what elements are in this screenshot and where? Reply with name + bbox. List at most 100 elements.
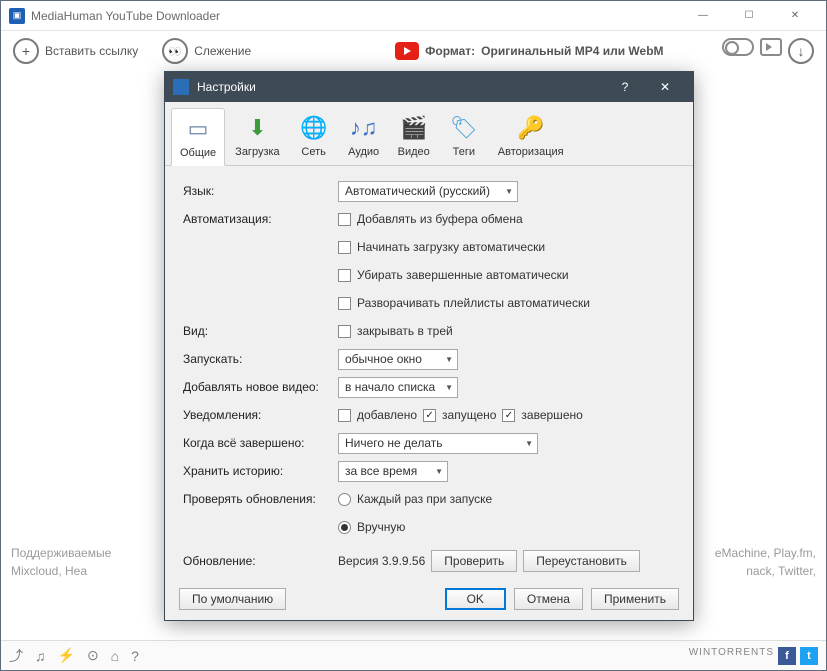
play-button-icon[interactable]	[760, 38, 782, 56]
checkbox-close-to-tray[interactable]	[338, 325, 351, 338]
download-button[interactable]: ↓	[788, 38, 814, 64]
share-icon[interactable]: ⤴	[9, 646, 23, 666]
youtube-icon	[395, 42, 419, 60]
download-arrow-icon: ⬇	[241, 112, 273, 144]
tracking-label: Слежение	[194, 44, 251, 58]
tab-label: Теги	[453, 146, 475, 158]
radio-label: Каждый раз при запуске	[357, 492, 492, 506]
reinstall-button[interactable]: Переустановить	[523, 550, 640, 572]
language-select[interactable]: Автоматический (русский)	[338, 181, 518, 202]
eyes-icon: 👀	[162, 38, 188, 64]
checkbox-notif-finished[interactable]	[502, 409, 515, 422]
when-done-select[interactable]: Ничего не делать	[338, 433, 538, 454]
clock-icon[interactable]: ⊙	[87, 647, 99, 664]
dialog-close-button[interactable]: ✕	[645, 72, 685, 102]
watermark-text: WINTORRENTS	[689, 647, 774, 665]
cancel-button[interactable]: Отмена	[514, 588, 583, 610]
tab-label: Видео	[398, 146, 430, 158]
launch-select[interactable]: обычное окно	[338, 349, 458, 370]
radio-updates-launch[interactable]	[338, 493, 351, 506]
label-history: Хранить историю:	[183, 464, 338, 478]
globe-icon: 🌐	[298, 112, 330, 144]
music-icon[interactable]: ♫	[35, 648, 46, 664]
tab-audio[interactable]: ♪♫ Аудио	[340, 108, 388, 165]
close-button[interactable]: ✕	[772, 1, 818, 31]
statusbar: ⤴ ♫ ⚡ ⊙ ⌂ ? WINTORRENTS f t	[1, 640, 826, 670]
paste-link-button[interactable]: + Вставить ссылку	[13, 38, 138, 64]
checkbox-label: Начинать загрузку автоматически	[357, 240, 545, 254]
tab-general[interactable]: ▭ Общие	[171, 108, 225, 166]
settings-dialog: Настройки ? ✕ ▭ Общие ⬇ Загрузка 🌐 Сеть …	[164, 71, 694, 621]
label-update: Обновление:	[183, 554, 338, 568]
checkbox-autostart[interactable]	[338, 241, 351, 254]
tab-label: Общие	[180, 147, 216, 159]
tracking-button[interactable]: 👀 Слежение	[162, 38, 251, 64]
home-icon[interactable]: ⌂	[111, 648, 119, 664]
format-value: Оригинальный MP4 или WebM	[481, 44, 663, 58]
label-view: Вид:	[183, 324, 338, 338]
settings-content: Язык: Автоматический (русский) Автоматиз…	[165, 166, 693, 578]
settings-tabs: ▭ Общие ⬇ Загрузка 🌐 Сеть ♪♫ Аудио 🎬 Вид…	[165, 102, 693, 166]
checkbox-clipboard[interactable]	[338, 213, 351, 226]
checkbox-label: Разворачивать плейлисты автоматически	[357, 296, 590, 310]
keys-icon: 🔑	[515, 112, 547, 144]
check-update-button[interactable]: Проверить	[431, 550, 517, 572]
facebook-icon[interactable]: f	[778, 647, 796, 665]
app-title: MediaHuman YouTube Downloader	[31, 9, 220, 23]
defaults-button[interactable]: По умолчанию	[179, 588, 286, 610]
ok-button[interactable]: OK	[445, 588, 506, 610]
checkbox-notif-added[interactable]	[338, 409, 351, 422]
tab-download[interactable]: ⬇ Загрузка	[227, 108, 287, 165]
format-prefix: Формат:	[425, 44, 475, 58]
apply-button[interactable]: Применить	[591, 588, 679, 610]
checkbox-label: запущено	[442, 408, 496, 422]
tab-label: Авторизация	[498, 146, 564, 158]
label-when-done: Когда всё завершено:	[183, 436, 338, 450]
tag-icon: 🏷	[448, 112, 480, 144]
checkbox-label: закрывать в трей	[357, 324, 453, 338]
twitter-icon[interactable]: t	[800, 647, 818, 665]
tab-tags[interactable]: 🏷 Теги	[440, 108, 488, 165]
dialog-help-button[interactable]: ?	[605, 72, 645, 102]
general-icon: ▭	[182, 113, 214, 145]
tab-auth[interactable]: 🔑 Авторизация	[490, 108, 572, 165]
paste-link-label: Вставить ссылку	[45, 44, 138, 58]
label-add-new: Добавлять новое видео:	[183, 380, 338, 394]
radio-updates-manual[interactable]	[338, 521, 351, 534]
tab-label: Загрузка	[235, 146, 279, 158]
plus-icon: +	[13, 38, 39, 64]
checkbox-notif-started[interactable]	[423, 409, 436, 422]
history-select[interactable]: за все время	[338, 461, 448, 482]
label-check-updates: Проверять обновления:	[183, 492, 338, 506]
label-notifications: Уведомления:	[183, 408, 338, 422]
film-icon: 🎬	[398, 112, 430, 144]
main-toolbar: + Вставить ссылку 👀 Слежение Формат: Ори…	[1, 31, 826, 71]
radio-label: Вручную	[357, 520, 405, 534]
dialog-button-row: По умолчанию OK Отмена Применить	[165, 578, 693, 620]
help-icon[interactable]: ?	[131, 648, 139, 664]
checkbox-label: Убирать завершенные автоматически	[357, 268, 569, 282]
checkbox-label: добавлено	[357, 408, 417, 422]
dialog-titlebar: Настройки ? ✕	[165, 72, 693, 102]
label-launch: Запускать:	[183, 352, 338, 366]
checkbox-expand-playlists[interactable]	[338, 297, 351, 310]
tab-label: Сеть	[301, 146, 325, 158]
dialog-title: Настройки	[197, 80, 256, 94]
add-new-select[interactable]: в начало списка	[338, 377, 458, 398]
format-selector[interactable]: Формат: Оригинальный MP4 или WebM	[395, 42, 663, 60]
minimize-button[interactable]: —	[680, 1, 726, 31]
toggle-switch[interactable]	[722, 38, 754, 56]
main-titlebar: ▣ MediaHuman YouTube Downloader — ☐ ✕	[1, 1, 826, 31]
tab-video[interactable]: 🎬 Видео	[390, 108, 438, 165]
label-automation: Автоматизация:	[183, 212, 338, 226]
dialog-icon	[173, 79, 189, 95]
flash-icon[interactable]: ⚡	[58, 647, 75, 664]
version-text: Версия 3.9.9.56	[338, 554, 425, 568]
maximize-button[interactable]: ☐	[726, 1, 772, 31]
tab-network[interactable]: 🌐 Сеть	[290, 108, 338, 165]
music-note-icon: ♪♫	[348, 112, 380, 144]
checkbox-autoremove[interactable]	[338, 269, 351, 282]
app-icon: ▣	[9, 8, 25, 24]
checkbox-label: завершено	[521, 408, 582, 422]
checkbox-label: Добавлять из буфера обмена	[357, 212, 523, 226]
